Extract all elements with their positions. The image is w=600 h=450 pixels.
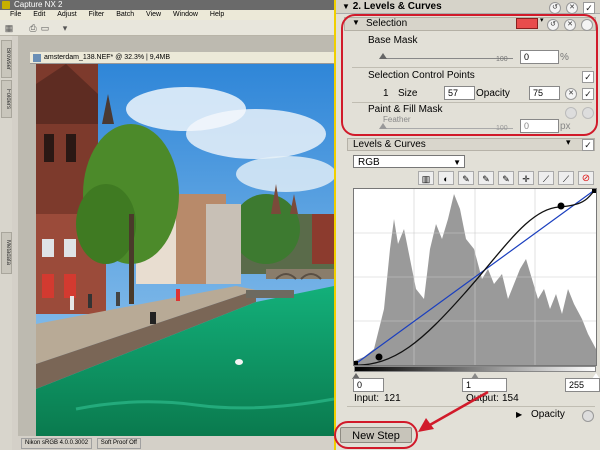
reset-curve-icon[interactable]: ⊘	[578, 171, 594, 185]
collapse-triangle-icon[interactable]: ▼	[342, 2, 350, 11]
menu-view[interactable]: View	[146, 10, 161, 20]
step-enable-checkbox[interactable]: ✓	[583, 2, 595, 14]
menu-batch[interactable]: Batch	[116, 10, 134, 20]
menu-help[interactable]: Help	[210, 10, 224, 20]
auto-contrast-icon[interactable]: ⟋	[558, 171, 574, 185]
histogram-curve-graph	[353, 188, 597, 366]
app-logo-icon	[2, 1, 10, 9]
gray-eyedropper-icon[interactable]: ✎	[478, 171, 494, 185]
levels-label: Levels & Curves	[353, 139, 426, 150]
grid-icon[interactable]: ▦	[4, 23, 14, 33]
side-tab-strip: Browser Folders Metadata	[0, 36, 12, 450]
opacity-expand-triangle-icon[interactable]: ▶	[516, 410, 522, 419]
document-title-bar: amsterdam_138.NEF* @ 32.3% | 9,4MB	[30, 52, 334, 64]
document-icon	[33, 54, 41, 62]
levels-opacity-label: Opacity	[531, 409, 565, 420]
annotation-arrow-icon	[418, 390, 489, 432]
app-title-bar: Capture NX 2	[0, 0, 334, 10]
contrast-icon[interactable]: ◐	[438, 171, 454, 185]
white-point-input[interactable]: 255	[565, 378, 600, 392]
channel-select[interactable]: RGB ▼	[353, 155, 465, 168]
new-step-button[interactable]: New Step	[340, 427, 412, 443]
menu-window[interactable]: Window	[173, 10, 198, 20]
toolbar: ▦ ⎙ ▭ ▾	[0, 20, 334, 36]
color-profile-status: Nikon sRGB 4.0.0.3002	[21, 438, 93, 449]
curve-point-icon[interactable]: ⟋	[538, 171, 554, 185]
soft-proof-status[interactable]: Soft Proof Off	[96, 438, 141, 449]
output-value: 154	[502, 393, 519, 404]
anchor-point-icon[interactable]: ✛	[518, 171, 534, 185]
browser-icon[interactable]: ▭	[40, 23, 50, 33]
menu-adjust[interactable]: Adjust	[57, 10, 76, 20]
chevron-down-icon: ▼	[453, 158, 461, 167]
menu-filter[interactable]: Filter	[89, 10, 105, 20]
menu-file[interactable]: File	[10, 10, 21, 20]
levels-enable-checkbox[interactable]: ✓	[582, 139, 594, 151]
opacity-radio-icon[interactable]	[582, 410, 594, 422]
black-point-input[interactable]: 0	[353, 378, 384, 392]
document-title: amsterdam_138.NEF* @ 32.3% | 9,4MB	[44, 54, 171, 61]
print-icon[interactable]: ⎙	[28, 23, 38, 33]
status-bar: Nikon sRGB 4.0.0.3002 Soft Proof Off	[18, 436, 334, 450]
levels-menu-icon[interactable]: ▾	[566, 137, 571, 148]
step-title: 2. Levels & Curves	[352, 1, 442, 12]
curve-editor[interactable]	[353, 188, 597, 366]
tab-metadata[interactable]: Metadata	[1, 232, 12, 274]
input-label: Input:	[354, 393, 380, 404]
selection-highlight-annotation	[341, 14, 598, 136]
dropdown-icon[interactable]: ▾	[60, 23, 70, 33]
menu-bar: File Edit Adjust Filter Batch View Windo…	[0, 10, 334, 20]
amsterdam-photo-image	[36, 64, 334, 436]
tone-gradient-bar	[354, 366, 596, 372]
step-reset-icon[interactable]: ↺	[549, 2, 561, 14]
white-eyedropper-icon[interactable]: ✎	[498, 171, 514, 185]
step-delete-icon[interactable]: ✕	[566, 2, 578, 14]
black-eyedropper-icon[interactable]: ✎	[458, 171, 474, 185]
curve-tools: ▥ ◐ ✎ ✎ ✎ ✛ ⟋ ⟋ ⊘	[416, 170, 600, 186]
histogram-icon[interactable]: ▥	[418, 171, 434, 185]
tab-folders[interactable]: Folders	[1, 80, 12, 118]
photo-canvas[interactable]	[36, 64, 334, 436]
app-title: Capture NX 2	[14, 0, 63, 9]
menu-edit[interactable]: Edit	[33, 10, 45, 20]
input-value: 121	[384, 393, 401, 404]
channel-value: RGB	[358, 157, 380, 168]
tab-browser[interactable]: Browser	[1, 40, 12, 78]
